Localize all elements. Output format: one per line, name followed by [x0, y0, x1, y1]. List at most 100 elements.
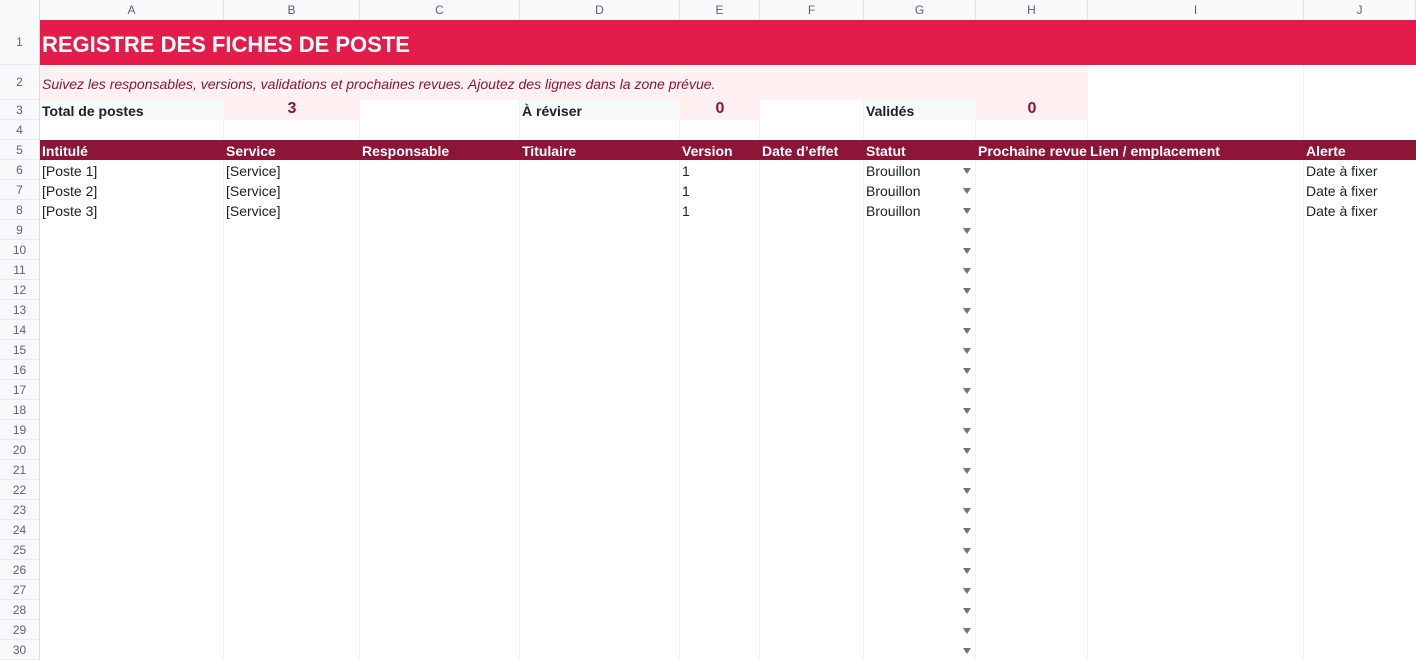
triangle-down-icon[interactable]: [963, 568, 971, 574]
triangle-down-icon[interactable]: [963, 448, 971, 454]
header-lien-emplacement[interactable]: Lien / emplacement: [1088, 140, 1220, 160]
cell-service[interactable]: [Service]: [224, 160, 280, 180]
cell-service[interactable]: [Service]: [224, 200, 280, 220]
column-header-i[interactable]: I: [1088, 0, 1304, 20]
a-reviser-label[interactable]: À réviser: [520, 100, 582, 120]
row-header[interactable]: 23: [0, 500, 40, 520]
row-header[interactable]: 22: [0, 480, 40, 500]
row-header[interactable]: 13: [0, 300, 40, 320]
row-header[interactable]: 3: [0, 100, 40, 120]
row-header[interactable]: 24: [0, 520, 40, 540]
row-header[interactable]: 15: [0, 340, 40, 360]
triangle-down-icon[interactable]: [963, 328, 971, 334]
row-header[interactable]: 19: [0, 420, 40, 440]
row-header[interactable]: 11: [0, 260, 40, 280]
column-header-b[interactable]: B: [224, 0, 360, 20]
cell-intitule[interactable]: [Poste 2]: [40, 180, 97, 200]
triangle-down-icon[interactable]: [963, 608, 971, 614]
page-title[interactable]: REGISTRE DES FICHES DE POSTE: [42, 20, 410, 65]
column-header-d[interactable]: D: [520, 0, 680, 20]
spreadsheet: A B C D E F G H I J 1 2 3 4 5 6 7 8 9 10…: [0, 0, 1416, 660]
header-statut[interactable]: Statut: [864, 140, 906, 160]
header-intitule[interactable]: Intitulé: [40, 140, 88, 160]
triangle-down-icon[interactable]: [963, 288, 971, 294]
header-prochaine-revue[interactable]: Prochaine revue: [976, 140, 1087, 160]
row-header[interactable]: 26: [0, 560, 40, 580]
cell-statut[interactable]: Brouillon: [864, 180, 920, 200]
triangle-down-icon[interactable]: [963, 648, 971, 654]
row-header[interactable]: 14: [0, 320, 40, 340]
row-header[interactable]: 25: [0, 540, 40, 560]
header-version[interactable]: Version: [680, 140, 733, 160]
triangle-down-icon[interactable]: [963, 348, 971, 354]
triangle-down-icon[interactable]: [963, 248, 971, 254]
column-header-j[interactable]: J: [1304, 0, 1416, 20]
row-header[interactable]: 6: [0, 160, 40, 180]
cell-version[interactable]: 1: [680, 160, 690, 180]
cell-statut[interactable]: Brouillon: [864, 200, 920, 220]
triangle-down-icon[interactable]: [963, 548, 971, 554]
cell-statut[interactable]: Brouillon: [864, 160, 920, 180]
total-postes-label[interactable]: Total de postes: [40, 100, 144, 120]
triangle-down-icon[interactable]: [963, 428, 971, 434]
cell-version[interactable]: 1: [680, 200, 690, 220]
triangle-down-icon[interactable]: [963, 588, 971, 594]
triangle-down-icon[interactable]: [963, 208, 971, 214]
row-header[interactable]: 27: [0, 580, 40, 600]
cell-intitule[interactable]: [Poste 3]: [40, 200, 97, 220]
triangle-down-icon[interactable]: [963, 308, 971, 314]
row-header[interactable]: 29: [0, 620, 40, 640]
row-header[interactable]: 12: [0, 280, 40, 300]
triangle-down-icon[interactable]: [963, 168, 971, 174]
cell-alerte[interactable]: Date à fixer: [1304, 180, 1378, 200]
row-header[interactable]: 16: [0, 360, 40, 380]
triangle-down-icon[interactable]: [963, 528, 971, 534]
column-header-e[interactable]: E: [680, 0, 760, 20]
cell-alerte[interactable]: Date à fixer: [1304, 160, 1378, 180]
header-service[interactable]: Service: [224, 140, 276, 160]
row-header[interactable]: 20: [0, 440, 40, 460]
triangle-down-icon[interactable]: [963, 508, 971, 514]
a-reviser-value[interactable]: 0: [680, 100, 760, 120]
valides-value[interactable]: 0: [976, 100, 1088, 120]
triangle-down-icon[interactable]: [963, 488, 971, 494]
header-titulaire[interactable]: Titulaire: [520, 140, 576, 160]
column-header-c[interactable]: C: [360, 0, 520, 20]
triangle-down-icon[interactable]: [963, 368, 971, 374]
subtitle[interactable]: Suivez les responsables, versions, valid…: [42, 65, 715, 100]
row-header[interactable]: 10: [0, 240, 40, 260]
row-header[interactable]: 9: [0, 220, 40, 240]
row-header[interactable]: 30: [0, 640, 40, 660]
row-header[interactable]: 4: [0, 120, 40, 140]
header-date-effet[interactable]: Date d’effet: [760, 140, 838, 160]
valides-label[interactable]: Validés: [864, 100, 914, 120]
triangle-down-icon[interactable]: [963, 188, 971, 194]
triangle-down-icon[interactable]: [963, 228, 971, 234]
column-header-h[interactable]: H: [976, 0, 1088, 20]
row-header[interactable]: 28: [0, 600, 40, 620]
row-header[interactable]: 5: [0, 140, 40, 160]
row-header[interactable]: 17: [0, 380, 40, 400]
row-header[interactable]: 18: [0, 400, 40, 420]
select-all-corner[interactable]: [0, 0, 40, 20]
cell-alerte[interactable]: Date à fixer: [1304, 200, 1378, 220]
header-responsable[interactable]: Responsable: [360, 140, 449, 160]
triangle-down-icon[interactable]: [963, 468, 971, 474]
row-header[interactable]: 2: [0, 65, 40, 100]
triangle-down-icon[interactable]: [963, 628, 971, 634]
cell-intitule[interactable]: [Poste 1]: [40, 160, 97, 180]
cell-service[interactable]: [Service]: [224, 180, 280, 200]
row-header[interactable]: 7: [0, 180, 40, 200]
triangle-down-icon[interactable]: [963, 388, 971, 394]
column-header-a[interactable]: A: [40, 0, 224, 20]
column-header-g[interactable]: G: [864, 0, 976, 20]
row-header[interactable]: 8: [0, 200, 40, 220]
total-postes-value[interactable]: 3: [224, 100, 360, 120]
row-header[interactable]: 1: [0, 20, 40, 65]
triangle-down-icon[interactable]: [963, 268, 971, 274]
header-alerte[interactable]: Alerte: [1304, 140, 1346, 160]
column-header-f[interactable]: F: [760, 0, 864, 20]
cell-version[interactable]: 1: [680, 180, 690, 200]
triangle-down-icon[interactable]: [963, 408, 971, 414]
row-header[interactable]: 21: [0, 460, 40, 480]
